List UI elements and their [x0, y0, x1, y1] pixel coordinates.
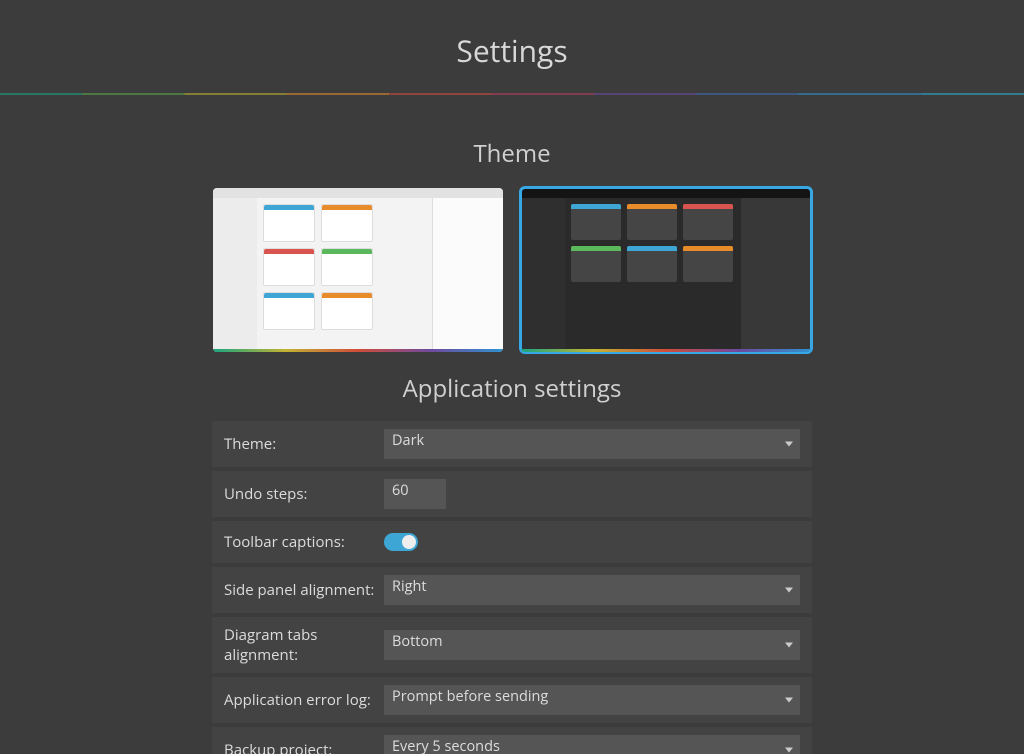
settings-content: Theme	[212, 137, 812, 754]
preview-side-panel	[741, 198, 811, 349]
select-theme[interactable]: Dark	[384, 429, 800, 459]
input-undo-steps[interactable]: 60	[384, 479, 446, 509]
preview-rainbow	[521, 349, 811, 352]
label-backup-project: Backup project:	[224, 740, 384, 754]
preview-sidebar	[213, 198, 257, 349]
preview-side-panel	[432, 198, 503, 349]
row-error-log: Application error log: Prompt before sen…	[212, 677, 812, 723]
theme-option-light[interactable]	[213, 188, 503, 352]
row-diagram-tabs-alignment: Diagram tabs alignment: Bottom	[212, 617, 812, 673]
select-diagram-tabs-alignment[interactable]: Bottom	[384, 630, 800, 660]
label-side-panel-alignment: Side panel alignment:	[224, 580, 384, 600]
preview-table-icon	[321, 204, 373, 242]
row-backup-project: Backup project: Every 5 seconds	[212, 727, 812, 754]
theme-chooser	[212, 188, 812, 352]
select-side-panel-alignment[interactable]: Right	[384, 575, 800, 605]
preview-table-icon	[571, 204, 621, 240]
preview-table-icon	[321, 292, 373, 330]
preview-table-icon	[263, 248, 315, 286]
preview-table-icon	[263, 292, 315, 330]
label-theme: Theme:	[224, 434, 384, 454]
preview-table-icon	[263, 204, 315, 242]
divider-rainbow	[0, 93, 1024, 95]
preview-sidebar	[521, 198, 565, 349]
label-error-log: Application error log:	[224, 690, 384, 710]
row-undo-steps: Undo steps: 60	[212, 471, 812, 517]
theme-option-dark[interactable]	[521, 188, 811, 352]
preview-table-icon	[683, 246, 733, 282]
preview-body	[521, 198, 811, 349]
label-undo-steps: Undo steps:	[224, 484, 384, 504]
preview-canvas	[565, 198, 741, 349]
preview-table-icon	[683, 204, 733, 240]
app-settings-heading: Application settings	[212, 372, 812, 405]
select-error-log[interactable]: Prompt before sending	[384, 685, 800, 715]
preview-table-icon	[321, 248, 373, 286]
preview-table-icon	[627, 246, 677, 282]
toggle-toolbar-captions[interactable]	[384, 533, 418, 551]
label-toolbar-captions: Toolbar captions:	[224, 532, 384, 552]
theme-section-heading: Theme	[212, 137, 812, 170]
page-title: Settings	[0, 0, 1024, 93]
preview-table-icon	[571, 246, 621, 282]
preview-canvas	[257, 198, 432, 349]
row-theme: Theme: Dark	[212, 421, 812, 467]
preview-table-icon	[627, 204, 677, 240]
preview-body	[213, 198, 503, 349]
row-side-panel-alignment: Side panel alignment: Right	[212, 567, 812, 613]
label-diagram-tabs-alignment: Diagram tabs alignment:	[224, 625, 384, 665]
select-backup-project[interactable]: Every 5 seconds	[384, 735, 800, 754]
toggle-knob	[402, 535, 416, 549]
preview-rainbow	[213, 349, 503, 352]
row-toolbar-captions: Toolbar captions:	[212, 521, 812, 563]
preview-toolbar	[213, 188, 503, 198]
preview-toolbar	[521, 188, 811, 198]
